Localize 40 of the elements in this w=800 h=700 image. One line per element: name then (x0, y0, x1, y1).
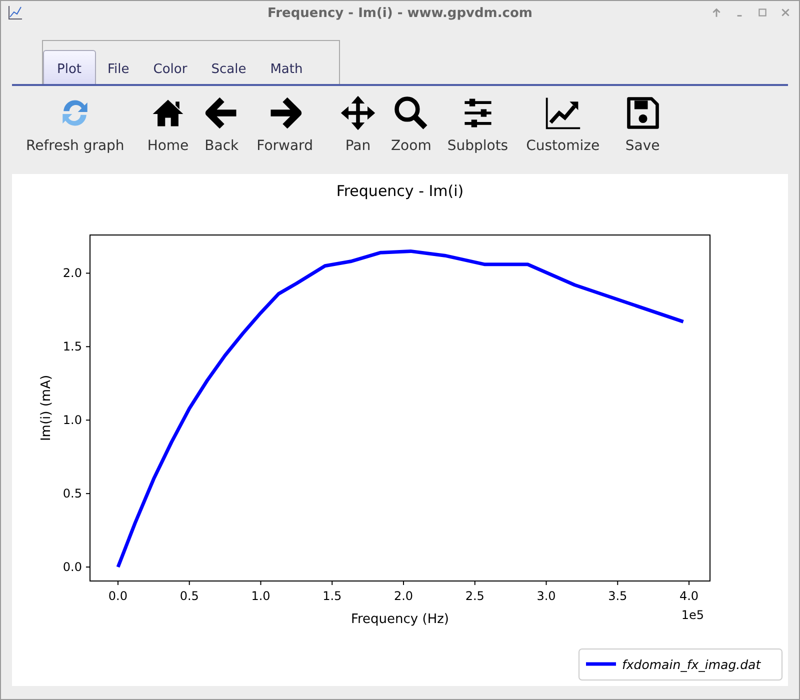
legend-swatch (586, 662, 616, 666)
tick-label: 0.5 (180, 589, 199, 603)
tab[interactable]: Scale (199, 54, 258, 84)
app-icon (7, 5, 23, 21)
toolbar-button[interactable]: Pan (336, 90, 380, 158)
tick-label: 0.0 (62, 560, 82, 574)
toolbar-button[interactable]: Back (200, 90, 244, 158)
tick-label: 4.0 (679, 589, 699, 603)
chart-title: Frequency - Im(i) (336, 182, 464, 200)
tick-label: 2.5 (465, 589, 484, 603)
toolbar-button[interactable]: Home (144, 90, 192, 158)
tick-label: 0.0 (108, 589, 128, 603)
toolbar-button[interactable]: Customize (523, 90, 603, 158)
y-axis-label: Im(i) (mA) (39, 374, 54, 442)
maximize-icon[interactable] (757, 7, 768, 18)
tick-label: 3.5 (608, 589, 628, 603)
tab[interactable]: Color (141, 54, 200, 84)
axis-offset-label: 1e5 (681, 608, 704, 622)
toolbar-button[interactable]: Save (620, 90, 665, 158)
tab[interactable]: Math (258, 54, 315, 84)
toolbar-button[interactable]: Subplots (444, 90, 512, 158)
tab[interactable]: Plot (43, 50, 96, 84)
close-icon[interactable] (780, 7, 791, 18)
move-icon (338, 94, 377, 132)
tick-label: 1.0 (62, 413, 82, 428)
tick-label: 3.0 (536, 589, 556, 603)
tab[interactable]: File (96, 54, 142, 84)
tick-label: 2.0 (394, 589, 414, 603)
pin-icon[interactable] (711, 7, 722, 18)
tick-label: 1.5 (62, 340, 82, 354)
toolbar-button[interactable]: Zoom (388, 90, 434, 158)
toolbar-button[interactable]: Refresh graph (23, 90, 128, 158)
legend-label: fxdomain_fx_imag.dat (622, 657, 761, 672)
tick-label: 1.5 (322, 589, 342, 603)
tick-label: 1.0 (251, 589, 270, 603)
tick-label: 0.5 (62, 486, 82, 501)
x-axis-label: Frequency (Hz) (350, 612, 450, 627)
window-title: Frequency - Im(i) - www.gpvdm.com (268, 6, 532, 20)
toolbar-button[interactable]: Forward (254, 90, 316, 158)
tick-label: 2.0 (62, 266, 82, 280)
